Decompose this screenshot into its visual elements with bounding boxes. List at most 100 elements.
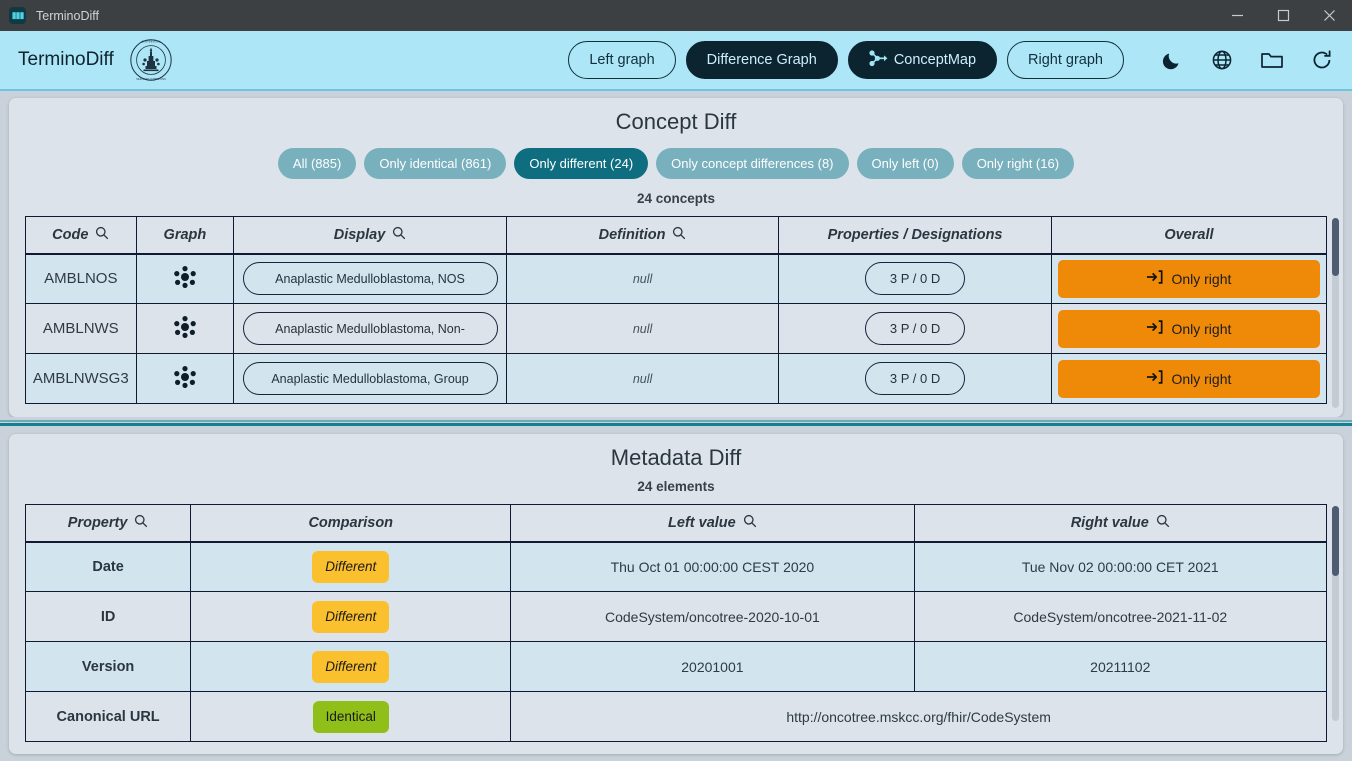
col-header-left-value-label: Left value — [668, 514, 736, 531]
nav-concept-map[interactable]: ConceptMap — [847, 41, 998, 79]
col-header-property[interactable]: Property — [24, 504, 192, 543]
metadata-table-wrap: Property Comparison Left value Right val… — [24, 504, 1339, 742]
nav-left-graph[interactable]: Left graph — [568, 41, 676, 79]
table-row[interactable]: AMBLNWSG3 Anaplastic Medulloblastoma, Gr… — [25, 353, 1328, 404]
search-icon[interactable] — [743, 514, 757, 532]
search-icon[interactable] — [134, 514, 148, 532]
nav-right-graph[interactable]: Right graph — [1007, 41, 1124, 79]
col-header-code[interactable]: Code — [25, 216, 137, 255]
display-pill[interactable]: Anaplastic Medulloblastoma, Group — [242, 362, 498, 395]
reload-icon[interactable] — [1310, 48, 1334, 72]
filter-chip-only-concept-differences-label: Only concept differences (8) — [671, 156, 834, 171]
table-row[interactable]: Version Different 20201001 20211102 — [24, 641, 1328, 692]
arrow-into-bracket-icon — [1146, 369, 1163, 388]
table-row[interactable]: Canonical URL Identical http://oncotree.… — [24, 691, 1327, 742]
table-row[interactable]: Date Different Thu Oct 01 00:00:00 CEST … — [24, 541, 1328, 592]
cell-overall: Only right — [1050, 353, 1328, 404]
app-header: TerminoDiff UNIVERSITAS SIGILLUM LUBECEN… — [0, 31, 1352, 91]
display-pill[interactable]: Anaplastic Medulloblastoma, NOS — [242, 262, 498, 296]
cell-property: Version — [24, 641, 192, 692]
overall-badge-label: Only right — [1171, 320, 1232, 337]
maximize-icon[interactable] — [1260, 0, 1306, 31]
minimize-icon[interactable] — [1214, 0, 1260, 31]
filter-chip-only-different-label: Only different (24) — [529, 156, 634, 171]
arrow-into-bracket-icon — [1146, 319, 1163, 338]
cell-graph[interactable] — [135, 303, 235, 354]
window-titlebar: ▮▮▮ TerminoDiff — [0, 0, 1352, 31]
cell-comparison: Identical — [190, 691, 512, 742]
metadata-diff-table: Property Comparison Left value Right val… — [24, 504, 1328, 742]
nav-right-graph-label: Right graph — [1028, 52, 1103, 68]
cell-right-value: Tue Nov 02 00:00:00 CET 2021 — [913, 541, 1328, 592]
cell-display: Anaplastic Medulloblastoma, Group — [233, 353, 507, 404]
table-row[interactable]: AMBLNOS Anaplastic Medulloblastoma, NOS … — [25, 253, 1328, 304]
table-row[interactable]: ID Different CodeSystem/oncotree-2020-10… — [24, 591, 1328, 642]
app-brand-title: TerminoDiff — [18, 49, 114, 70]
metadata-table-scrollbar[interactable] — [1332, 506, 1339, 721]
cell-property: Canonical URL — [24, 691, 192, 742]
properties-pill[interactable]: 3 P / 0 D — [865, 262, 966, 296]
filter-chip-only-concept-differences[interactable]: Only concept differences (8) — [656, 148, 849, 179]
concept-diff-table: Code Graph Display Definition Properties… — [25, 216, 1328, 404]
app-logo-icon: ▮▮▮ — [9, 7, 26, 24]
dark-mode-icon[interactable] — [1160, 48, 1184, 72]
cell-left-value: Thu Oct 01 00:00:00 CEST 2020 — [510, 541, 915, 592]
graph-node-icon[interactable] — [173, 366, 197, 392]
col-header-code-label: Code — [52, 226, 89, 243]
search-icon[interactable] — [392, 226, 406, 244]
col-header-graph: Graph — [135, 216, 235, 255]
scrollbar-thumb[interactable] — [1332, 218, 1339, 276]
overall-badge[interactable]: Only right — [1057, 309, 1320, 348]
filter-chip-only-different[interactable]: Only different (24) — [514, 148, 649, 179]
filter-chip-only-right[interactable]: Only right (16) — [961, 148, 1075, 179]
col-header-display[interactable]: Display — [233, 216, 507, 255]
nav-difference-graph-label: Difference Graph — [706, 52, 817, 68]
properties-pill[interactable]: 3 P / 0 D — [865, 362, 966, 395]
nav-difference-graph[interactable]: Difference Graph — [685, 41, 838, 79]
header-icon-bar — [1160, 48, 1334, 72]
filter-chip-all[interactable]: All (885) — [277, 148, 357, 179]
col-header-comparison-label: Comparison — [308, 514, 394, 531]
university-seal-logo: UNIVERSITAS SIGILLUM LUBECENSIS — [128, 37, 174, 83]
concept-diff-title: Concept Diff — [615, 109, 737, 134]
comparison-badge: Different — [312, 600, 390, 633]
properties-pill[interactable]: 3 P / 0 D — [865, 312, 966, 345]
panel-splitter[interactable] — [0, 417, 1352, 427]
search-icon[interactable] — [1156, 514, 1170, 532]
overall-badge[interactable]: Only right — [1057, 359, 1320, 398]
concept-table-header-row: Code Graph Display Definition Properties… — [25, 216, 1328, 255]
table-row[interactable]: AMBLNWS Anaplastic Medulloblastoma, Non-… — [25, 303, 1328, 354]
display-pill[interactable]: Anaplastic Medulloblastoma, Non- — [242, 312, 498, 345]
close-icon[interactable] — [1306, 0, 1352, 31]
filter-chip-only-right-label: Only right (16) — [976, 156, 1060, 171]
cell-overall: Only right — [1050, 253, 1328, 304]
cell-graph[interactable] — [135, 253, 235, 304]
filter-chip-only-left[interactable]: Only left (0) — [856, 148, 954, 179]
cell-graph[interactable] — [135, 353, 235, 404]
metadata-diff-title: Metadata Diff — [610, 445, 742, 470]
search-icon[interactable] — [672, 226, 686, 244]
concept-table-wrap: Code Graph Display Definition Properties… — [25, 216, 1339, 408]
search-icon[interactable] — [95, 226, 109, 244]
col-header-property-label: Property — [67, 514, 128, 531]
graph-node-icon[interactable] — [173, 316, 197, 342]
open-folder-icon[interactable] — [1260, 48, 1284, 72]
col-header-properties: Properties / Designations — [778, 216, 1052, 255]
col-header-definition[interactable]: Definition — [505, 216, 780, 255]
col-header-left-value[interactable]: Left value — [510, 504, 915, 543]
language-icon[interactable] — [1210, 48, 1234, 72]
col-header-right-value[interactable]: Right value — [913, 504, 1328, 543]
cell-properties: 3 P / 0 D — [778, 353, 1052, 404]
filter-chip-only-identical[interactable]: Only identical (861) — [364, 148, 507, 179]
concept-table-scrollbar[interactable] — [1332, 218, 1339, 408]
concept-count-label: 24 concepts — [636, 191, 716, 206]
scrollbar-thumb[interactable] — [1332, 506, 1339, 576]
graph-node-icon[interactable] — [173, 266, 197, 292]
comparison-badge: Identical — [312, 700, 389, 733]
overall-badge[interactable]: Only right — [1057, 259, 1320, 298]
col-header-comparison: Comparison — [190, 504, 512, 543]
cell-code: AMBLNOS — [25, 253, 137, 304]
col-header-properties-label: Properties / Designations — [827, 226, 1003, 243]
filter-chip-all-label: All (885) — [292, 156, 342, 171]
col-header-definition-label: Definition — [598, 226, 666, 243]
